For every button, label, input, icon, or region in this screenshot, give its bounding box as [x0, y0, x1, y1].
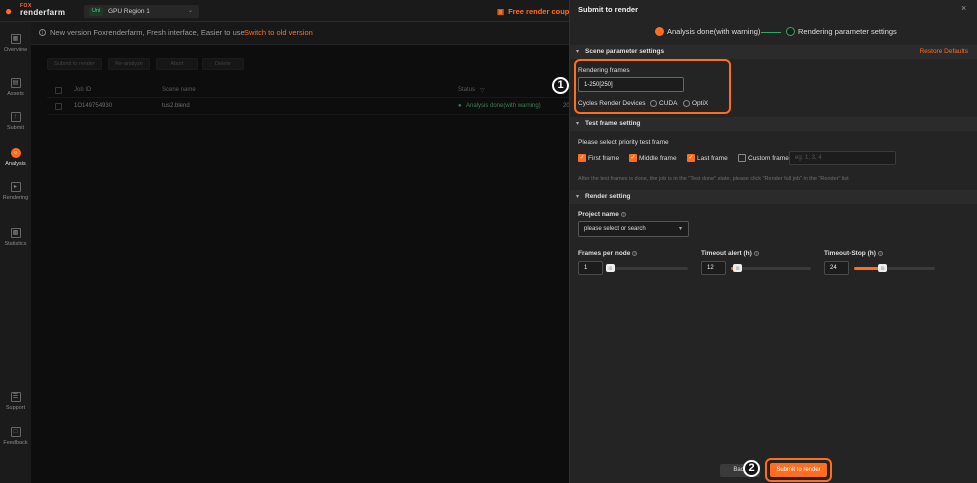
slider-handle[interactable]: |||	[878, 264, 888, 272]
test-frame-prompt: Please select priority test frame	[578, 139, 669, 146]
first-frame-label: First frame	[588, 155, 620, 162]
modal-backdrop	[31, 45, 571, 483]
nav-label: Analysis	[5, 161, 26, 167]
chevron-down-icon: ▾	[576, 121, 580, 127]
project-name-select[interactable]: please select or search ▾	[578, 221, 689, 237]
chevron-down-icon: ⌄	[188, 8, 194, 14]
help-icon: ?	[632, 250, 638, 256]
timeout-stop-label: Timeout-Stop (h)?	[824, 250, 883, 257]
app-root: ● FOX renderfarm Uni GPU Region 1 ⌄ ▣ Fre…	[0, 0, 977, 483]
region-name: GPU Region 1	[108, 8, 150, 15]
custom-frame-checkbox[interactable]	[738, 154, 746, 162]
scene-section-title: Scene parameter settings	[585, 48, 665, 55]
nav-label: Statistics	[4, 241, 27, 247]
caret-down-icon: ▾	[678, 226, 682, 232]
timeout-alert-label: Timeout alert (h)?	[701, 250, 759, 257]
nav-label: Overview	[4, 47, 27, 53]
test-frame-hint: After the test frames is done, the job i…	[578, 176, 849, 182]
middle-frame-label: Middle frame	[639, 155, 677, 162]
nav-assets[interactable]: ▤ Assets	[0, 78, 31, 108]
nav-feedback[interactable]: □ Feedback	[0, 427, 31, 457]
custom-frame-label: Custom frame	[748, 155, 789, 162]
restore-defaults-link[interactable]: Restore Defaults	[920, 47, 968, 57]
nav-label: Assets	[7, 91, 24, 97]
region-tag: Uni	[89, 7, 104, 16]
custom-frame-input[interactable]: eg. 1, 3, 4	[789, 151, 896, 165]
chevron-down-icon: ▾	[576, 194, 580, 200]
test-section-header[interactable]: ▾ Test frame setting	[570, 117, 977, 131]
nav-label: Support	[5, 405, 26, 411]
drawer-title: Submit to render	[578, 5, 639, 14]
middle-frame-checkbox[interactable]: ✓	[629, 154, 637, 162]
step-2-dot	[786, 27, 795, 36]
frames-per-node-slider[interactable]: |||	[605, 264, 688, 272]
nav-support[interactable]: ☰ Support	[0, 392, 31, 422]
info-icon: i	[39, 29, 46, 36]
nav-overview[interactable]: ▦ Overview	[0, 34, 31, 64]
overview-icon: ▦	[10, 34, 21, 44]
sidebar: ▦ Overview ▤ Assets ↑ Submit ○ Analysis …	[0, 22, 31, 483]
timeout-stop-input[interactable]: 24	[824, 261, 849, 275]
timeout-stop-slider[interactable]: |||	[854, 264, 935, 272]
folder-icon: ▤	[10, 78, 21, 88]
notice-text: New version Foxrenderfarm, Fresh interfa…	[50, 28, 245, 37]
step-badge-1: 1	[552, 77, 569, 94]
step-2-label: Rendering parameter settings	[798, 27, 897, 36]
help-icon: ?	[620, 211, 626, 217]
highlight-frame-2	[765, 458, 832, 482]
document-icon: ☰	[10, 392, 21, 402]
upload-icon: ↑	[10, 112, 21, 122]
nav-analysis[interactable]: ○ Analysis	[0, 148, 31, 178]
nav-rendering[interactable]: ▸ Rendering	[0, 182, 31, 212]
feedback-icon: □	[10, 427, 21, 437]
step-1-label: Analysis done(with warning)	[667, 27, 761, 36]
step-connector	[761, 32, 781, 33]
bar-chart-icon: ▩	[10, 228, 21, 238]
step-badge-2: 2	[743, 460, 760, 477]
test-section-title: Test frame setting	[585, 120, 641, 127]
first-frame-checkbox[interactable]: ✓	[578, 154, 586, 162]
nav-submit[interactable]: ↑ Submit	[0, 112, 31, 142]
timeout-stop-text: Timeout-Stop (h)	[824, 250, 876, 257]
step-1-dot	[655, 27, 664, 36]
chevron-down-icon: ▾	[576, 49, 580, 55]
switch-old-version-link[interactable]: Switch to old version	[244, 28, 313, 37]
render-section-header[interactable]: ▾ Render setting	[570, 190, 977, 204]
timeout-alert-input[interactable]: 12	[701, 261, 726, 275]
frames-per-node-label: Frames per node?	[578, 250, 638, 257]
timeout-alert-text: Timeout alert (h)	[701, 250, 752, 257]
gift-icon: ▣	[497, 7, 505, 16]
highlight-frame-1	[574, 59, 731, 114]
submit-drawer: Submit to render × Analysis done(with wa…	[552, 0, 977, 483]
slider-handle[interactable]: |||	[605, 264, 615, 272]
project-name-label: Project name?	[578, 211, 626, 218]
nav-label: Rendering	[2, 195, 29, 201]
scene-section-header[interactable]: ▾ Scene parameter settings Restore Defau…	[570, 45, 977, 59]
nav-label: Feedback	[3, 440, 28, 446]
render-section-title: Render setting	[585, 193, 631, 200]
slider-handle[interactable]: |||	[733, 264, 743, 272]
close-icon[interactable]: ×	[961, 3, 966, 13]
help-icon: ?	[753, 250, 759, 256]
fox-logo-icon: ●	[5, 4, 13, 18]
brand-logo[interactable]: ● FOX renderfarm	[5, 3, 71, 19]
project-name-text: Project name	[578, 211, 619, 218]
timeout-alert-slider[interactable]: |||	[731, 264, 811, 272]
notice-bar: i New version Foxrenderfarm, Fresh inter…	[31, 22, 571, 45]
analysis-icon: ○	[10, 148, 21, 158]
progress-steps: Analysis done(with warning) Rendering pa…	[655, 26, 905, 38]
nav-statistics[interactable]: ▩ Statistics	[0, 228, 31, 258]
frames-per-node-text: Frames per node	[578, 250, 631, 257]
frames-per-node-input[interactable]: 1	[578, 261, 603, 275]
nav-label: Submit	[6, 125, 25, 131]
last-frame-label: Last frame	[697, 155, 728, 162]
region-selector[interactable]: Uni GPU Region 1 ⌄	[84, 5, 199, 18]
help-icon: ?	[877, 250, 883, 256]
last-frame-checkbox[interactable]: ✓	[687, 154, 695, 162]
play-icon: ▸	[10, 182, 21, 192]
project-name-placeholder: please select or search	[584, 226, 646, 232]
brand-name: renderfarm	[20, 8, 66, 17]
